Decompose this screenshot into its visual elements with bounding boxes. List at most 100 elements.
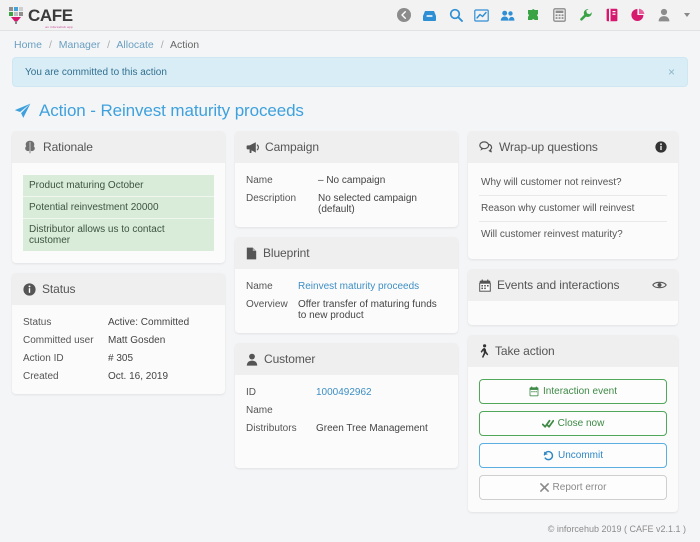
check-double-icon — [541, 419, 554, 429]
button-label: Close now — [557, 418, 605, 429]
row-value: # 305 — [108, 353, 134, 364]
customer-details: ID 1000492962 Name Distributors Green Tr… — [246, 387, 447, 434]
calendar-icon — [529, 386, 539, 397]
campaign-card-header: Campaign — [235, 131, 458, 163]
right-column: Wrap-up questions Why will customer not … — [468, 131, 678, 512]
wrapup-questions-card: Wrap-up questions Why will customer not … — [468, 131, 678, 259]
take-action-card-body: Interaction event Close now Uncommit Rep… — [468, 367, 678, 512]
puzzle-icon[interactable] — [526, 8, 541, 23]
info-circle-icon — [23, 282, 36, 296]
calculator-icon[interactable] — [552, 8, 567, 23]
row-label: Name — [246, 175, 273, 186]
table-row: Name Reinvest maturity proceeds — [246, 281, 447, 292]
row-value: Oct. 16, 2019 — [108, 371, 169, 382]
button-label: Uncommit — [557, 450, 603, 461]
close-now-button[interactable]: Close now — [479, 411, 667, 436]
report-error-button[interactable]: Report error — [479, 475, 667, 500]
take-action-card-title: Take action — [495, 344, 555, 358]
close-icon[interactable]: × — [668, 66, 675, 78]
breadcrumb: Home / Manager / Allocate / Action — [0, 31, 700, 57]
row-value: Active: Committed — [108, 317, 190, 328]
inbox-icon[interactable] — [422, 8, 437, 23]
breadcrumb-item-allocate[interactable]: Allocate — [116, 39, 153, 51]
action-button-stack: Interaction event Close now Uncommit Rep… — [479, 379, 667, 500]
table-row: Created Oct. 16, 2019 — [23, 371, 214, 382]
users-icon[interactable] — [500, 8, 515, 23]
page-title: Action - Reinvest maturity proceeds — [0, 87, 700, 131]
interaction-event-button[interactable]: Interaction event — [479, 379, 667, 404]
calendar-icon — [479, 279, 491, 292]
table-row: Name – No campaign — [246, 175, 447, 186]
events-card-header: Events and interactions — [468, 269, 678, 301]
bullhorn-icon — [246, 141, 259, 154]
rationale-card-header: Rationale — [12, 131, 225, 163]
list-item[interactable]: Will customer reinvest maturity? — [479, 222, 667, 247]
user-icon[interactable] — [656, 8, 671, 23]
back-icon[interactable] — [396, 8, 411, 23]
breadcrumb-separator: / — [107, 39, 111, 51]
file-icon — [246, 247, 257, 260]
events-card-body — [468, 301, 678, 325]
breadcrumb-item-action: Action — [169, 39, 200, 51]
brain-icon — [23, 140, 37, 154]
wrapup-card-header: Wrap-up questions — [468, 131, 678, 163]
breadcrumb-item-manager[interactable]: Manager — [59, 39, 100, 51]
middle-column: Campaign Name – No campaign Description … — [235, 131, 458, 468]
row-value: – No campaign — [318, 175, 386, 186]
list-item: Distributor allows us to contact custome… — [23, 219, 214, 251]
blueprint-details: Name Reinvest maturity proceeds Overview… — [246, 281, 447, 321]
table-row: Description No selected campaign (defaul… — [246, 193, 447, 215]
wrapup-card-body: Why will customer not reinvest? Reason w… — [468, 163, 678, 259]
blueprint-name-link[interactable]: Reinvest maturity proceeds — [298, 281, 419, 292]
status-details: Status Active: Committed Committed user … — [23, 317, 214, 382]
status-card-header: Status — [12, 273, 225, 305]
chart-line-icon[interactable] — [474, 8, 489, 23]
table-row: Distributors Green Tree Management — [246, 423, 447, 434]
list-item: Potential reinvestment 20000 — [23, 197, 214, 219]
eye-icon[interactable] — [652, 280, 667, 290]
search-icon[interactable] — [448, 8, 463, 23]
brand-name-text: CAFE — [28, 5, 73, 25]
customer-id-link[interactable]: 1000492962 — [316, 387, 372, 398]
take-action-card-header: Take action — [468, 335, 678, 367]
rationale-card: Rationale Product maturing October Poten… — [12, 131, 225, 263]
walking-icon — [479, 344, 489, 358]
footer-text: © inforcehub 2019 ( CAFE v2.1.1 ) — [547, 524, 686, 534]
table-row: Action ID # 305 — [23, 353, 214, 364]
row-value: Green Tree Management — [316, 423, 428, 434]
alert-message: You are committed to this action — [25, 66, 167, 78]
take-action-card: Take action Interaction event Close now … — [468, 335, 678, 512]
list-item: Product maturing October — [23, 175, 214, 197]
customer-card-header: Customer — [235, 343, 458, 375]
brand-logo[interactable]: CAFE an inforcehub app — [8, 5, 73, 28]
page-footer: © inforcehub 2019 ( CAFE v2.1.1 ) — [0, 512, 700, 542]
content-columns: Rationale Product maturing October Poten… — [0, 131, 700, 512]
campaign-card-body: Name – No campaign Description No select… — [235, 163, 458, 227]
blueprint-card: Blueprint Name Reinvest maturity proceed… — [235, 237, 458, 333]
comments-icon — [479, 141, 493, 153]
events-card-title: Events and interactions — [497, 278, 620, 292]
info-circle-icon[interactable] — [655, 141, 667, 153]
wrench-icon[interactable] — [578, 8, 593, 23]
list-item[interactable]: Why will customer not reinvest? — [479, 175, 667, 196]
table-row: Status Active: Committed — [23, 317, 214, 328]
breadcrumb-item-home[interactable]: Home — [14, 39, 42, 51]
row-label: Action ID — [23, 353, 64, 364]
pie-chart-icon[interactable] — [630, 8, 645, 23]
brand-tagline: an inforcehub app — [45, 24, 73, 29]
rationale-card-title: Rationale — [43, 140, 93, 154]
customer-card: Customer ID 1000492962 Name Distributors… — [235, 343, 458, 468]
rationale-card-body: Product maturing October Potential reinv… — [12, 163, 225, 263]
events-interactions-card: Events and interactions — [468, 269, 678, 325]
wrapup-question-list: Why will customer not reinvest? Reason w… — [479, 175, 667, 247]
list-item[interactable]: Reason why customer will reinvest — [479, 196, 667, 222]
blueprint-card-body: Name Reinvest maturity proceeds Overview… — [235, 269, 458, 333]
book-icon[interactable] — [604, 8, 619, 23]
table-row: ID 1000492962 — [246, 387, 447, 398]
blueprint-card-title: Blueprint — [263, 246, 310, 260]
account-dropdown-caret-icon[interactable] — [684, 13, 690, 17]
button-label: Report error — [552, 482, 607, 493]
row-label: Distributors — [246, 423, 297, 434]
customer-card-title: Customer — [264, 352, 316, 366]
uncommit-button[interactable]: Uncommit — [479, 443, 667, 468]
